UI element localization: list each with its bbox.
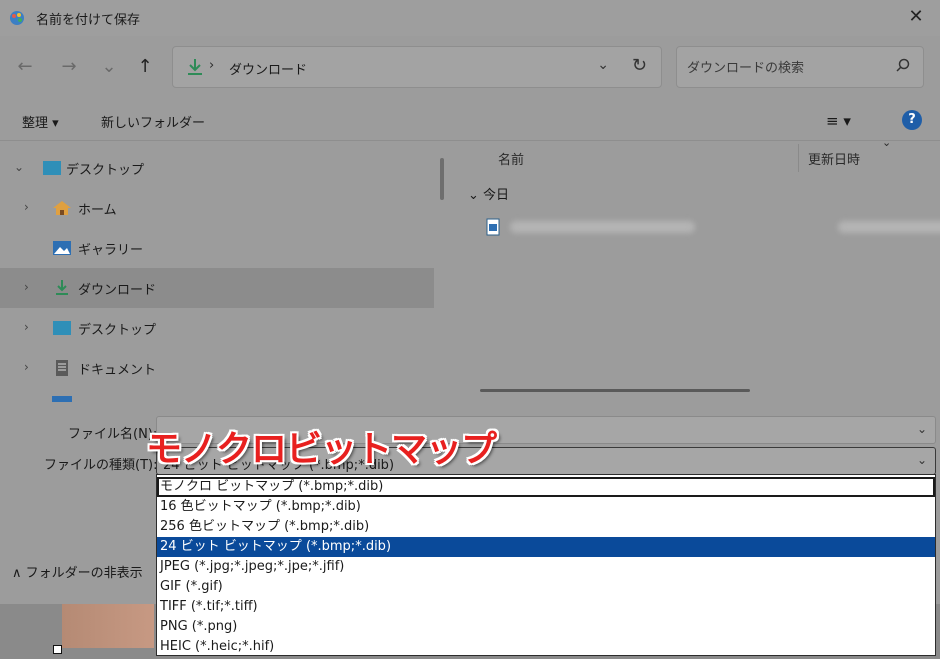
new-folder-button[interactable]: 新しいフォルダー [101, 112, 205, 131]
breadcrumb-downloads[interactable]: ダウンロード [229, 59, 307, 78]
expand-chevron-icon[interactable]: › [24, 200, 29, 214]
sort-chevron-icon[interactable]: ⌄ [882, 136, 891, 149]
option-tiff[interactable]: TIFF (*.tif;*.tiff) [157, 597, 935, 617]
file-row[interactable] [482, 216, 940, 238]
sidebar-item-desktop[interactable]: › デスクトップ [0, 308, 434, 348]
organize-menu[interactable]: 整理 ▾ [22, 112, 59, 131]
expand-chevron-icon[interactable]: › [24, 360, 29, 374]
sidebar-item-label: ドキュメント [78, 363, 157, 378]
download-icon [188, 59, 202, 75]
desktop-icon [43, 161, 61, 175]
blurred-file-date [838, 221, 940, 233]
chevron-down-icon[interactable]: ⌄ [917, 453, 927, 467]
sidebar-item-label: デスクトップ [66, 163, 145, 178]
sidebar-item-label: ギャラリー [78, 243, 144, 258]
address-bar[interactable]: › ダウンロード ⌄ ↻ [172, 46, 662, 88]
window-title: 名前を付けて保存 [36, 13, 141, 28]
filetype-label: ファイルの種類(T): [44, 458, 158, 473]
option-256-color-bitmap[interactable]: 256 色ビットマップ (*.bmp;*.dib) [157, 517, 935, 537]
close-button[interactable]: ✕ [904, 5, 928, 29]
search-icon[interactable] [895, 58, 911, 74]
desktop-icon [53, 321, 71, 335]
hide-folders-button[interactable]: ∧ フォルダーの非表示 [12, 562, 143, 581]
sidebar-item-label: デスクトップ [78, 323, 157, 338]
annotation-callout: モノクロビットマップ [146, 429, 497, 470]
sidebar-item-gallery[interactable]: ギャラリー [0, 228, 434, 268]
forward-button[interactable]: → [56, 54, 82, 80]
column-divider[interactable] [798, 144, 799, 172]
expand-chevron-icon[interactable]: ⌄ [14, 160, 24, 174]
chevron-down-icon[interactable]: ⌄ [917, 422, 927, 436]
partial-folder-icon [52, 396, 72, 402]
view-options-button[interactable]: ≡ ▾ [826, 112, 851, 130]
sidebar-item-label: ダウンロード [78, 283, 157, 298]
option-16-color-bitmap[interactable]: 16 色ビットマップ (*.bmp;*.dib) [157, 497, 935, 517]
expand-chevron-icon[interactable]: › [24, 320, 29, 334]
option-gif[interactable]: GIF (*.gif) [157, 577, 935, 597]
resize-handle[interactable] [53, 645, 62, 654]
breadcrumb-separator: › [209, 58, 215, 73]
gallery-icon [53, 241, 71, 255]
option-png[interactable]: PNG (*.png) [157, 617, 935, 637]
image-file-icon [486, 218, 500, 236]
sidebar-item-documents[interactable]: › ドキュメント [0, 348, 434, 388]
hide-folders-label: フォルダーの非表示 [25, 566, 143, 581]
navigation-scrollbar[interactable] [440, 158, 444, 200]
back-button[interactable]: ← [12, 54, 38, 80]
filetype-dropdown-list: モノクロ ビットマップ (*.bmp;*.dib) 16 色ビットマップ (*.… [156, 474, 936, 656]
download-icon [56, 280, 68, 295]
sidebar-item-label: ホーム [78, 203, 117, 218]
group-header-today[interactable]: ⌄ 今日 [468, 184, 509, 203]
command-bar: 整理 ▾ 新しいフォルダー ≡ ▾ [0, 100, 940, 141]
title-bar: 名前を付けて保存 ✕ [0, 0, 940, 36]
option-24-bit-bitmap[interactable]: 24 ビット ビットマップ (*.bmp;*.dib) [157, 537, 935, 557]
blurred-file-name [510, 221, 695, 233]
home-icon [53, 201, 71, 215]
sidebar-item-home[interactable]: › ホーム [0, 188, 434, 228]
up-button[interactable]: ↑ [132, 54, 158, 80]
file-list: 名前 更新日時 ⌄ ⌄ 今日 [452, 136, 940, 402]
option-heic[interactable]: HEIC (*.heic;*.hif) [157, 637, 935, 657]
refresh-button[interactable]: ↻ [632, 55, 647, 76]
address-dropdown-icon[interactable]: ⌄ [597, 57, 609, 73]
chevron-up-icon: ∧ [12, 566, 22, 581]
sidebar-item-desktop-root[interactable]: ⌄ デスクトップ [0, 148, 434, 188]
background-image-thumbnail [62, 604, 154, 648]
filename-label: ファイル名(N): [68, 427, 158, 442]
option-monochrome-bitmap[interactable]: モノクロ ビットマップ (*.bmp;*.dib) [157, 477, 935, 497]
sidebar-item-downloads[interactable]: › ダウンロード [0, 268, 434, 308]
horizontal-scrollbar[interactable] [480, 389, 750, 392]
column-header-modified[interactable]: 更新日時 [808, 149, 860, 168]
column-header-name[interactable]: 名前 [498, 149, 524, 168]
option-jpeg[interactable]: JPEG (*.jpg;*.jpeg;*.jpe;*.jfif) [157, 557, 935, 577]
document-icon [56, 360, 68, 376]
navigation-pane: ⌄ デスクトップ › ホーム ギャラリー › ダウンロード › デスクトップ ›… [0, 140, 434, 402]
paint-app-icon [10, 11, 24, 25]
search-input[interactable] [685, 56, 889, 80]
search-box[interactable] [676, 46, 924, 88]
recent-locations-button[interactable]: ⌄ [96, 54, 122, 80]
help-button[interactable]: ? [902, 110, 922, 130]
expand-chevron-icon[interactable]: › [24, 280, 29, 294]
